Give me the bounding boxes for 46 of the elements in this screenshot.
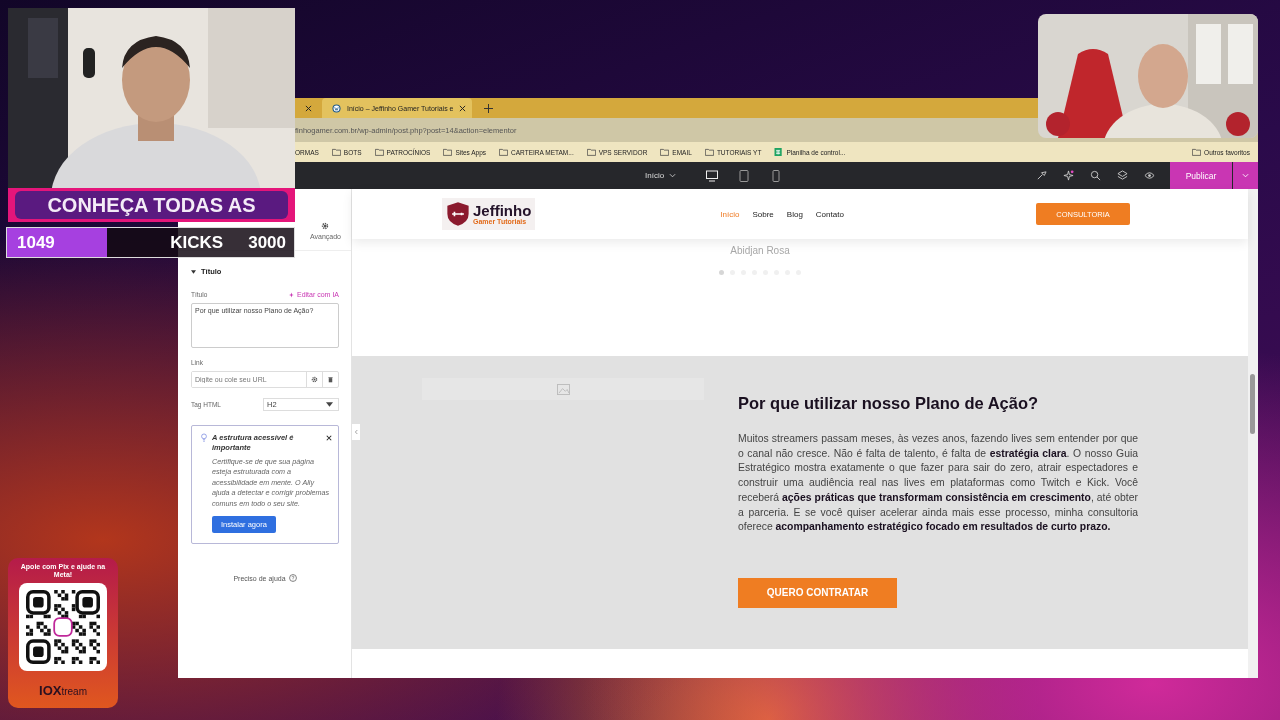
- tablet-icon[interactable]: [738, 169, 750, 182]
- folder-icon: [660, 148, 670, 156]
- brush-icon[interactable]: [1036, 170, 1047, 181]
- publish-button[interactable]: Publicar: [1170, 162, 1232, 189]
- close-icon[interactable]: [459, 104, 467, 112]
- scrollbar-thumb[interactable]: [1250, 374, 1255, 434]
- search-icon[interactable]: [1090, 170, 1101, 181]
- folder-icon: [586, 148, 596, 156]
- layers-icon[interactable]: [1117, 170, 1128, 181]
- phone-icon[interactable]: [770, 169, 782, 182]
- caret-icon: [669, 173, 677, 178]
- wordpress-icon: [332, 103, 341, 113]
- goal-target: 3000: [248, 232, 286, 253]
- caret-icon: [326, 402, 333, 407]
- caret-icon: [191, 269, 196, 274]
- sparkle-icon: [289, 291, 295, 298]
- section-heading: Por que utilizar nosso Plano de Ação?: [738, 394, 1040, 413]
- carousel-dot[interactable]: [719, 270, 724, 275]
- goal-label: KICKS: [170, 232, 224, 253]
- caret-icon: [1242, 173, 1249, 178]
- folder-icon: [331, 148, 341, 156]
- collapse-handle[interactable]: [352, 424, 360, 440]
- gear-icon: [321, 222, 330, 230]
- lightbulb-icon: [200, 433, 208, 442]
- new-tab-icon[interactable]: [484, 103, 494, 113]
- folder-icon: [499, 148, 509, 156]
- page-dropdown[interactable]: Início: [645, 171, 677, 180]
- eye-icon[interactable]: [1144, 170, 1155, 181]
- section-paragraph: Muitos streamers passam meses, às vezes anos, fazendo lives sem entender por que o canal não cresce. Não é falta de talento, é falta de estratégia clara. O nosso Guia Estratégico mostra exatamente o que fazer para sair do zero, atrair espectadores e construir uma audiência real nas lives em plataformas como Twitch e Kick. Você receberá ações práticas que transformam consistência em crescimento, até obter a parceria. E se você quiser acelerar ainda mais esse processo, minha consultoria oferece acompanhamento estratégico focado em resultados de curto prazo.: [738, 432, 1138, 535]
- nav-link[interactable]: Contato: [815, 209, 844, 219]
- help-icon[interactable]: [288, 574, 297, 583]
- desktop-icon[interactable]: [706, 169, 718, 182]
- folder-icon: [374, 148, 384, 156]
- nav-link[interactable]: Blog: [786, 209, 803, 219]
- brand-logo: IOXtream: [39, 683, 87, 698]
- goal-current: 1049: [17, 232, 55, 253]
- close-icon[interactable]: [326, 435, 332, 441]
- folder-icon: [443, 148, 453, 156]
- nav-link[interactable]: Sobre: [752, 209, 774, 219]
- sparkle-icon[interactable]: [1063, 170, 1074, 181]
- spreadsheet-icon: [774, 148, 784, 156]
- testimonial-name: Abidjan Rosa: [730, 245, 790, 256]
- folder-icon: [704, 148, 714, 156]
- close-icon[interactable]: [305, 104, 312, 112]
- stream-banner: CONHEÇA TODAS AS: [8, 188, 295, 222]
- folder-icon: [1192, 148, 1202, 156]
